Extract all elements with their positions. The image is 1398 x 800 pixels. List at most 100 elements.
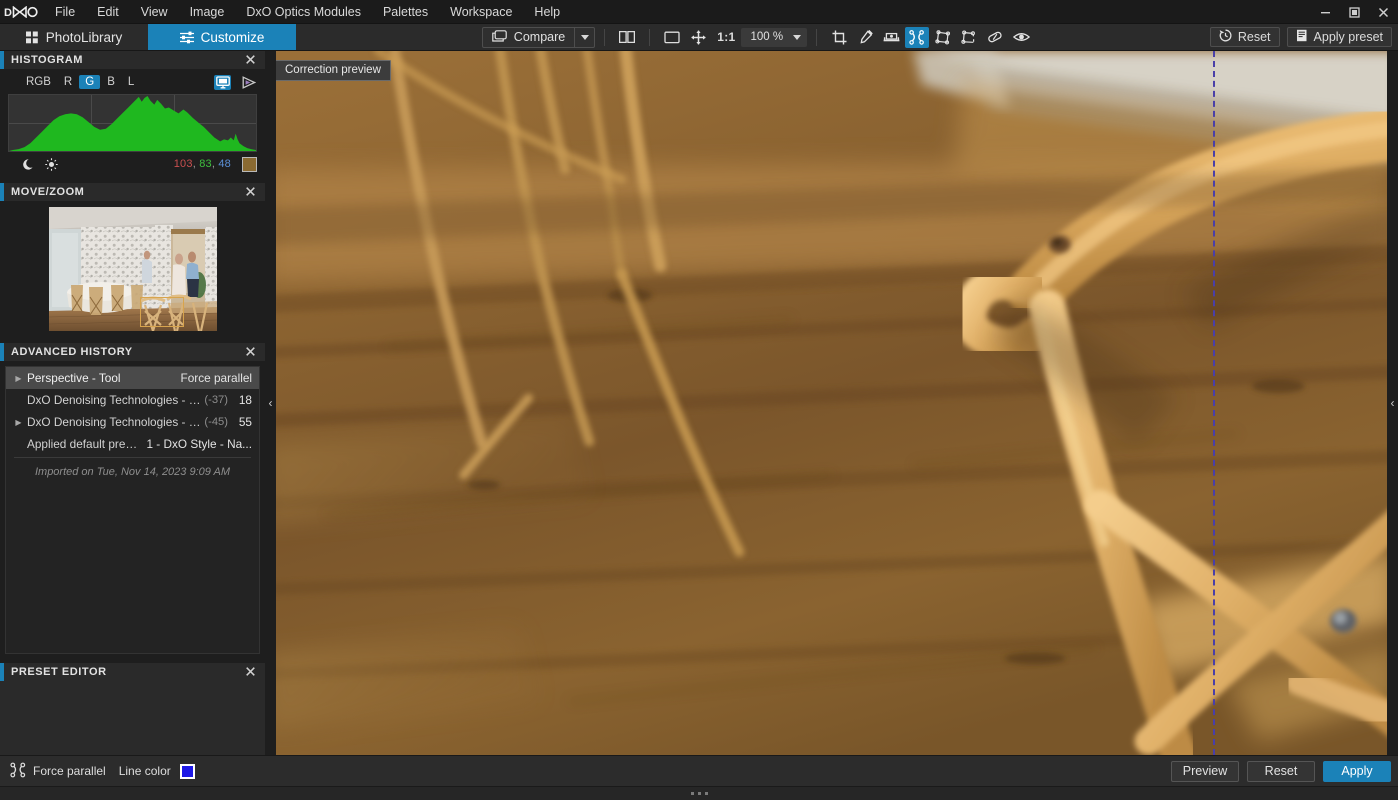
room-thumbnail[interactable] (48, 207, 217, 331)
status-bar (0, 786, 1398, 800)
menu-item-edit[interactable]: Edit (86, 0, 130, 24)
perspective-8pt-icon[interactable] (957, 27, 981, 48)
histogram-channel-rgb[interactable]: RGB (20, 75, 57, 89)
apply-preset-label: Apply preset (1313, 30, 1384, 44)
force-parallel-icon[interactable] (905, 26, 930, 48)
compare-label: Compare (513, 30, 566, 44)
window-controls (1311, 0, 1398, 24)
advanced-history-body: ▶ Perspective - Tool Force parallel DxO … (0, 361, 265, 659)
image-canvas[interactable]: Correction preview (265, 51, 1398, 755)
toolbar-divider-1 (604, 28, 606, 46)
line-color-control: Line color (119, 763, 195, 779)
tool-options-bar: Force parallel Line color Preview Reset … (0, 755, 1398, 786)
palette-preset-editor: PRESET EDITOR (0, 663, 265, 755)
maximize-icon[interactable] (1340, 0, 1369, 24)
chevron-right-icon[interactable]: ▶ (12, 374, 25, 383)
zoom-level-select[interactable]: 100 % (741, 27, 808, 47)
menu-item-image[interactable]: Image (179, 0, 236, 24)
monitor-icon[interactable] (214, 74, 231, 90)
histogram-channel-b[interactable]: B (101, 75, 121, 89)
close-icon[interactable] (244, 664, 257, 680)
history-item-value: 1 - DxO Style - Na... (146, 437, 252, 451)
minimize-icon[interactable] (1311, 0, 1340, 24)
chevron-left-icon: ‹ (268, 396, 273, 410)
menu-item-workspace[interactable]: Workspace (439, 0, 523, 24)
tool-options-left: Force parallel Line color (10, 762, 195, 781)
table-row[interactable]: ▶ DxO Denoising Technologies - Lu... (-4… (6, 411, 259, 433)
advanced-history-header[interactable]: ADVANCED HISTORY (0, 343, 265, 361)
chevron-right-icon[interactable]: ▶ (12, 418, 25, 427)
move-zoom-title: MOVE/ZOOM (11, 186, 85, 198)
histogram-curve (9, 95, 256, 151)
reset-clock-icon (1219, 29, 1232, 45)
collapse-right-panel-handle[interactable]: ‹ (1387, 51, 1398, 755)
close-icon[interactable] (244, 184, 257, 200)
crop-viewport-rectangle[interactable] (139, 297, 184, 327)
compare-button[interactable]: Compare (483, 28, 574, 47)
fit-to-screen-icon[interactable] (660, 27, 684, 48)
split-view-icon[interactable] (615, 27, 639, 48)
preview-button[interactable]: Preview (1171, 760, 1239, 782)
table-row[interactable]: Applied default preset 1 - DxO Style - N… (6, 433, 259, 455)
rgb-readout-b: 48 (218, 158, 231, 170)
soft-proof-icon[interactable] (240, 75, 257, 90)
compare-icon (491, 29, 507, 45)
preset-editor-body (0, 681, 265, 755)
repair-patch-icon[interactable] (983, 27, 1007, 48)
chevron-down-icon[interactable] (574, 27, 594, 47)
grid-icon (25, 31, 39, 44)
force-parallel-tool-label: Force parallel (33, 764, 106, 778)
perspective-rect-icon[interactable] (931, 27, 955, 48)
image-toolbar: Compare 1:1 100 % Reset Apply preset (296, 24, 1398, 50)
line-color-swatch[interactable] (179, 763, 195, 779)
palette-move-zoom: MOVE/ZOOM (0, 183, 265, 339)
history-list[interactable]: ▶ Perspective - Tool Force parallel DxO … (5, 366, 260, 654)
history-item-value: 18 (238, 393, 252, 407)
sliders-icon (179, 31, 194, 44)
apply-button[interactable]: Apply (1323, 760, 1391, 782)
zoom-ratio-label[interactable]: 1:1 (711, 30, 741, 44)
menu-item-help[interactable]: Help (523, 0, 571, 24)
move-zoom-header[interactable]: MOVE/ZOOM (0, 183, 265, 201)
reset-label: Reset (1237, 30, 1271, 44)
force-parallel-guide-line[interactable] (1213, 51, 1215, 755)
dxo-logo: D (0, 0, 44, 24)
menu-item-file[interactable]: File (44, 0, 86, 24)
menu-item-view[interactable]: View (130, 0, 179, 24)
histogram-footer: 103, 83, 48 (8, 156, 257, 172)
sun-icon[interactable] (40, 157, 62, 171)
crop-icon[interactable] (827, 27, 851, 48)
histogram-channel-l[interactable]: L (122, 75, 140, 89)
preset-document-icon (1296, 29, 1308, 45)
chevron-down-icon (793, 31, 802, 43)
move-hand-icon[interactable] (686, 27, 710, 48)
histogram-body: RGB R G B L 103, 83, 48 (0, 69, 265, 179)
apply-preset-button[interactable]: Apply preset (1286, 27, 1393, 47)
table-row[interactable]: DxO Denoising Technologies - Lu... (-37)… (6, 389, 259, 411)
close-icon[interactable] (244, 52, 257, 68)
menu-item-palettes[interactable]: Palettes (372, 0, 439, 24)
close-icon[interactable] (1369, 0, 1398, 24)
moon-icon[interactable] (18, 158, 40, 171)
eye-icon[interactable] (1009, 27, 1033, 48)
collapse-left-panel-handle[interactable]: ‹ (265, 51, 276, 755)
tab-customize[interactable]: Customize (148, 24, 296, 50)
reset-button[interactable]: Reset (1209, 27, 1280, 47)
reset-button[interactable]: Reset (1247, 760, 1315, 782)
compare-control[interactable]: Compare (481, 26, 596, 48)
histogram-channel-r[interactable]: R (58, 75, 78, 89)
tab-photolibrary[interactable]: PhotoLibrary (0, 24, 148, 50)
histogram-header[interactable]: HISTOGRAM (0, 51, 265, 69)
preset-editor-header[interactable]: PRESET EDITOR (0, 663, 265, 681)
toolbar-divider-2 (649, 28, 651, 46)
table-row[interactable]: ▶ Perspective - Tool Force parallel (6, 367, 259, 389)
main-body: HISTOGRAM RGB R G B L 103, 83, 48 MOVE/Z… (0, 51, 1398, 755)
horizon-level-icon[interactable] (879, 27, 903, 48)
photo-wooden-floor-chair (265, 51, 1398, 755)
close-icon[interactable] (244, 344, 257, 360)
histogram-rgb-readout: 103, 83, 48 (173, 158, 231, 170)
eyedropper-icon[interactable] (853, 27, 877, 48)
resize-grip-icon[interactable] (690, 792, 708, 795)
menu-item-dxo-optics-modules[interactable]: DxO Optics Modules (235, 0, 372, 24)
histogram-channel-g[interactable]: G (79, 75, 101, 89)
